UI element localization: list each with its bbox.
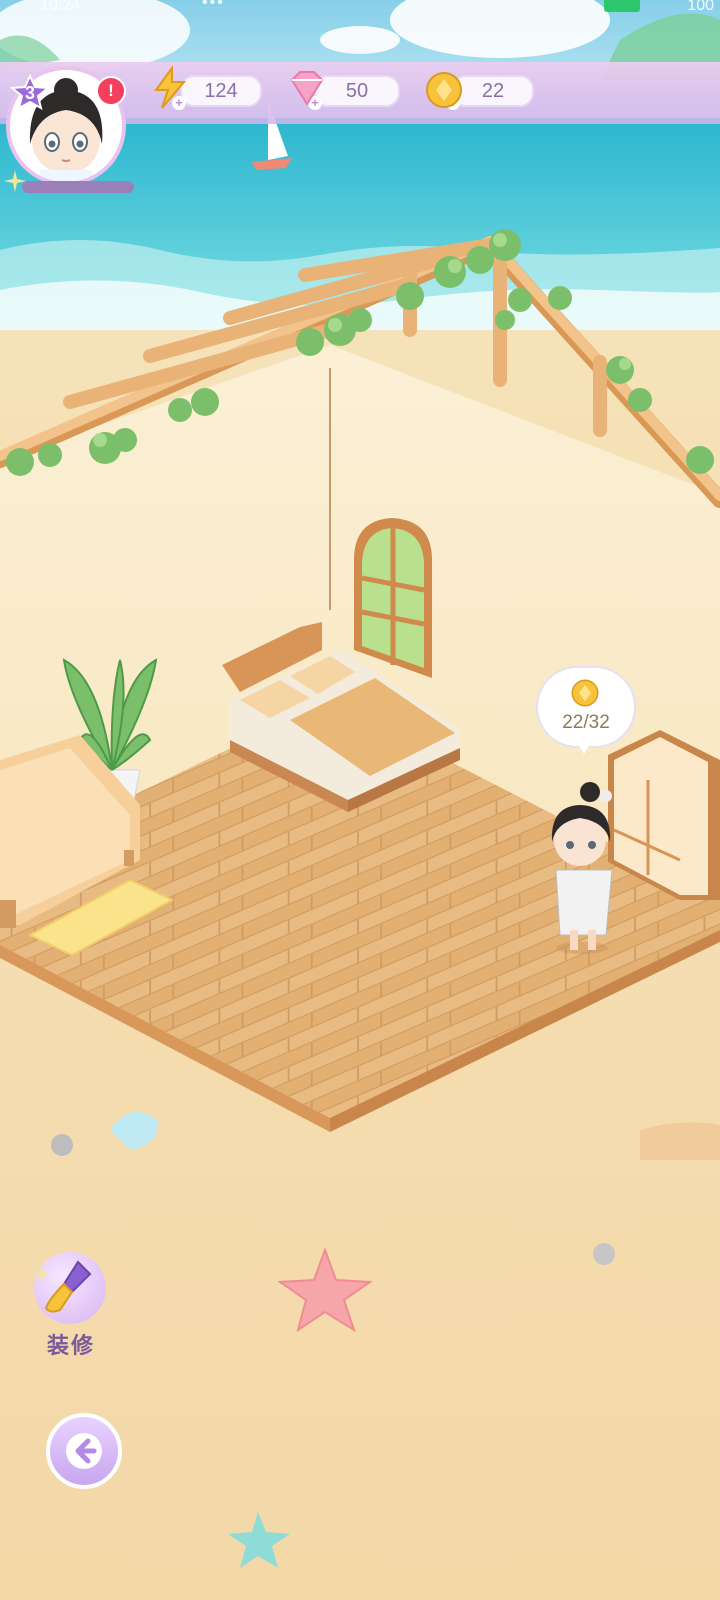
level-badge: 3 <box>10 74 50 110</box>
coin-collect-count: 22/32 <box>562 712 610 733</box>
battery-icon <box>604 0 640 12</box>
lightning-icon <box>154 66 187 109</box>
background-scene <box>0 0 720 1600</box>
coin-value: 22 <box>481 80 505 102</box>
gem-value: 50 <box>345 80 369 102</box>
status-time: 10:24 <box>40 0 81 14</box>
coin-collect-bubble[interactable]: 22/32 <box>536 666 636 754</box>
level-value: 3 <box>24 83 35 103</box>
decorate-button-circle <box>34 1252 106 1324</box>
xp-progress-bar <box>22 181 134 193</box>
energy-counter[interactable]: 124 <box>180 75 262 107</box>
gem-icon <box>290 71 324 106</box>
energy-value: 124 <box>204 80 238 102</box>
sparkle-icon <box>4 170 26 192</box>
player-avatar[interactable]: 3 ! <box>4 66 134 194</box>
brush-icon <box>34 1260 92 1313</box>
status-bar: 10:24 ••• 100 <box>0 0 720 18</box>
decorate-button[interactable]: 装修 <box>28 1252 114 1358</box>
back-button[interactable] <box>46 1413 122 1489</box>
coin-counter[interactable]: 22 <box>452 75 534 107</box>
battery-level: 100 <box>687 0 714 14</box>
coin-icon <box>426 72 462 108</box>
decorate-label: 装修 <box>46 1333 95 1358</box>
bubble-tail <box>574 738 594 754</box>
alert-icon[interactable]: ! <box>96 76 126 106</box>
coin-icon <box>571 679 599 707</box>
status-dots: ••• <box>202 0 225 11</box>
arrow-left-icon <box>66 1433 102 1469</box>
